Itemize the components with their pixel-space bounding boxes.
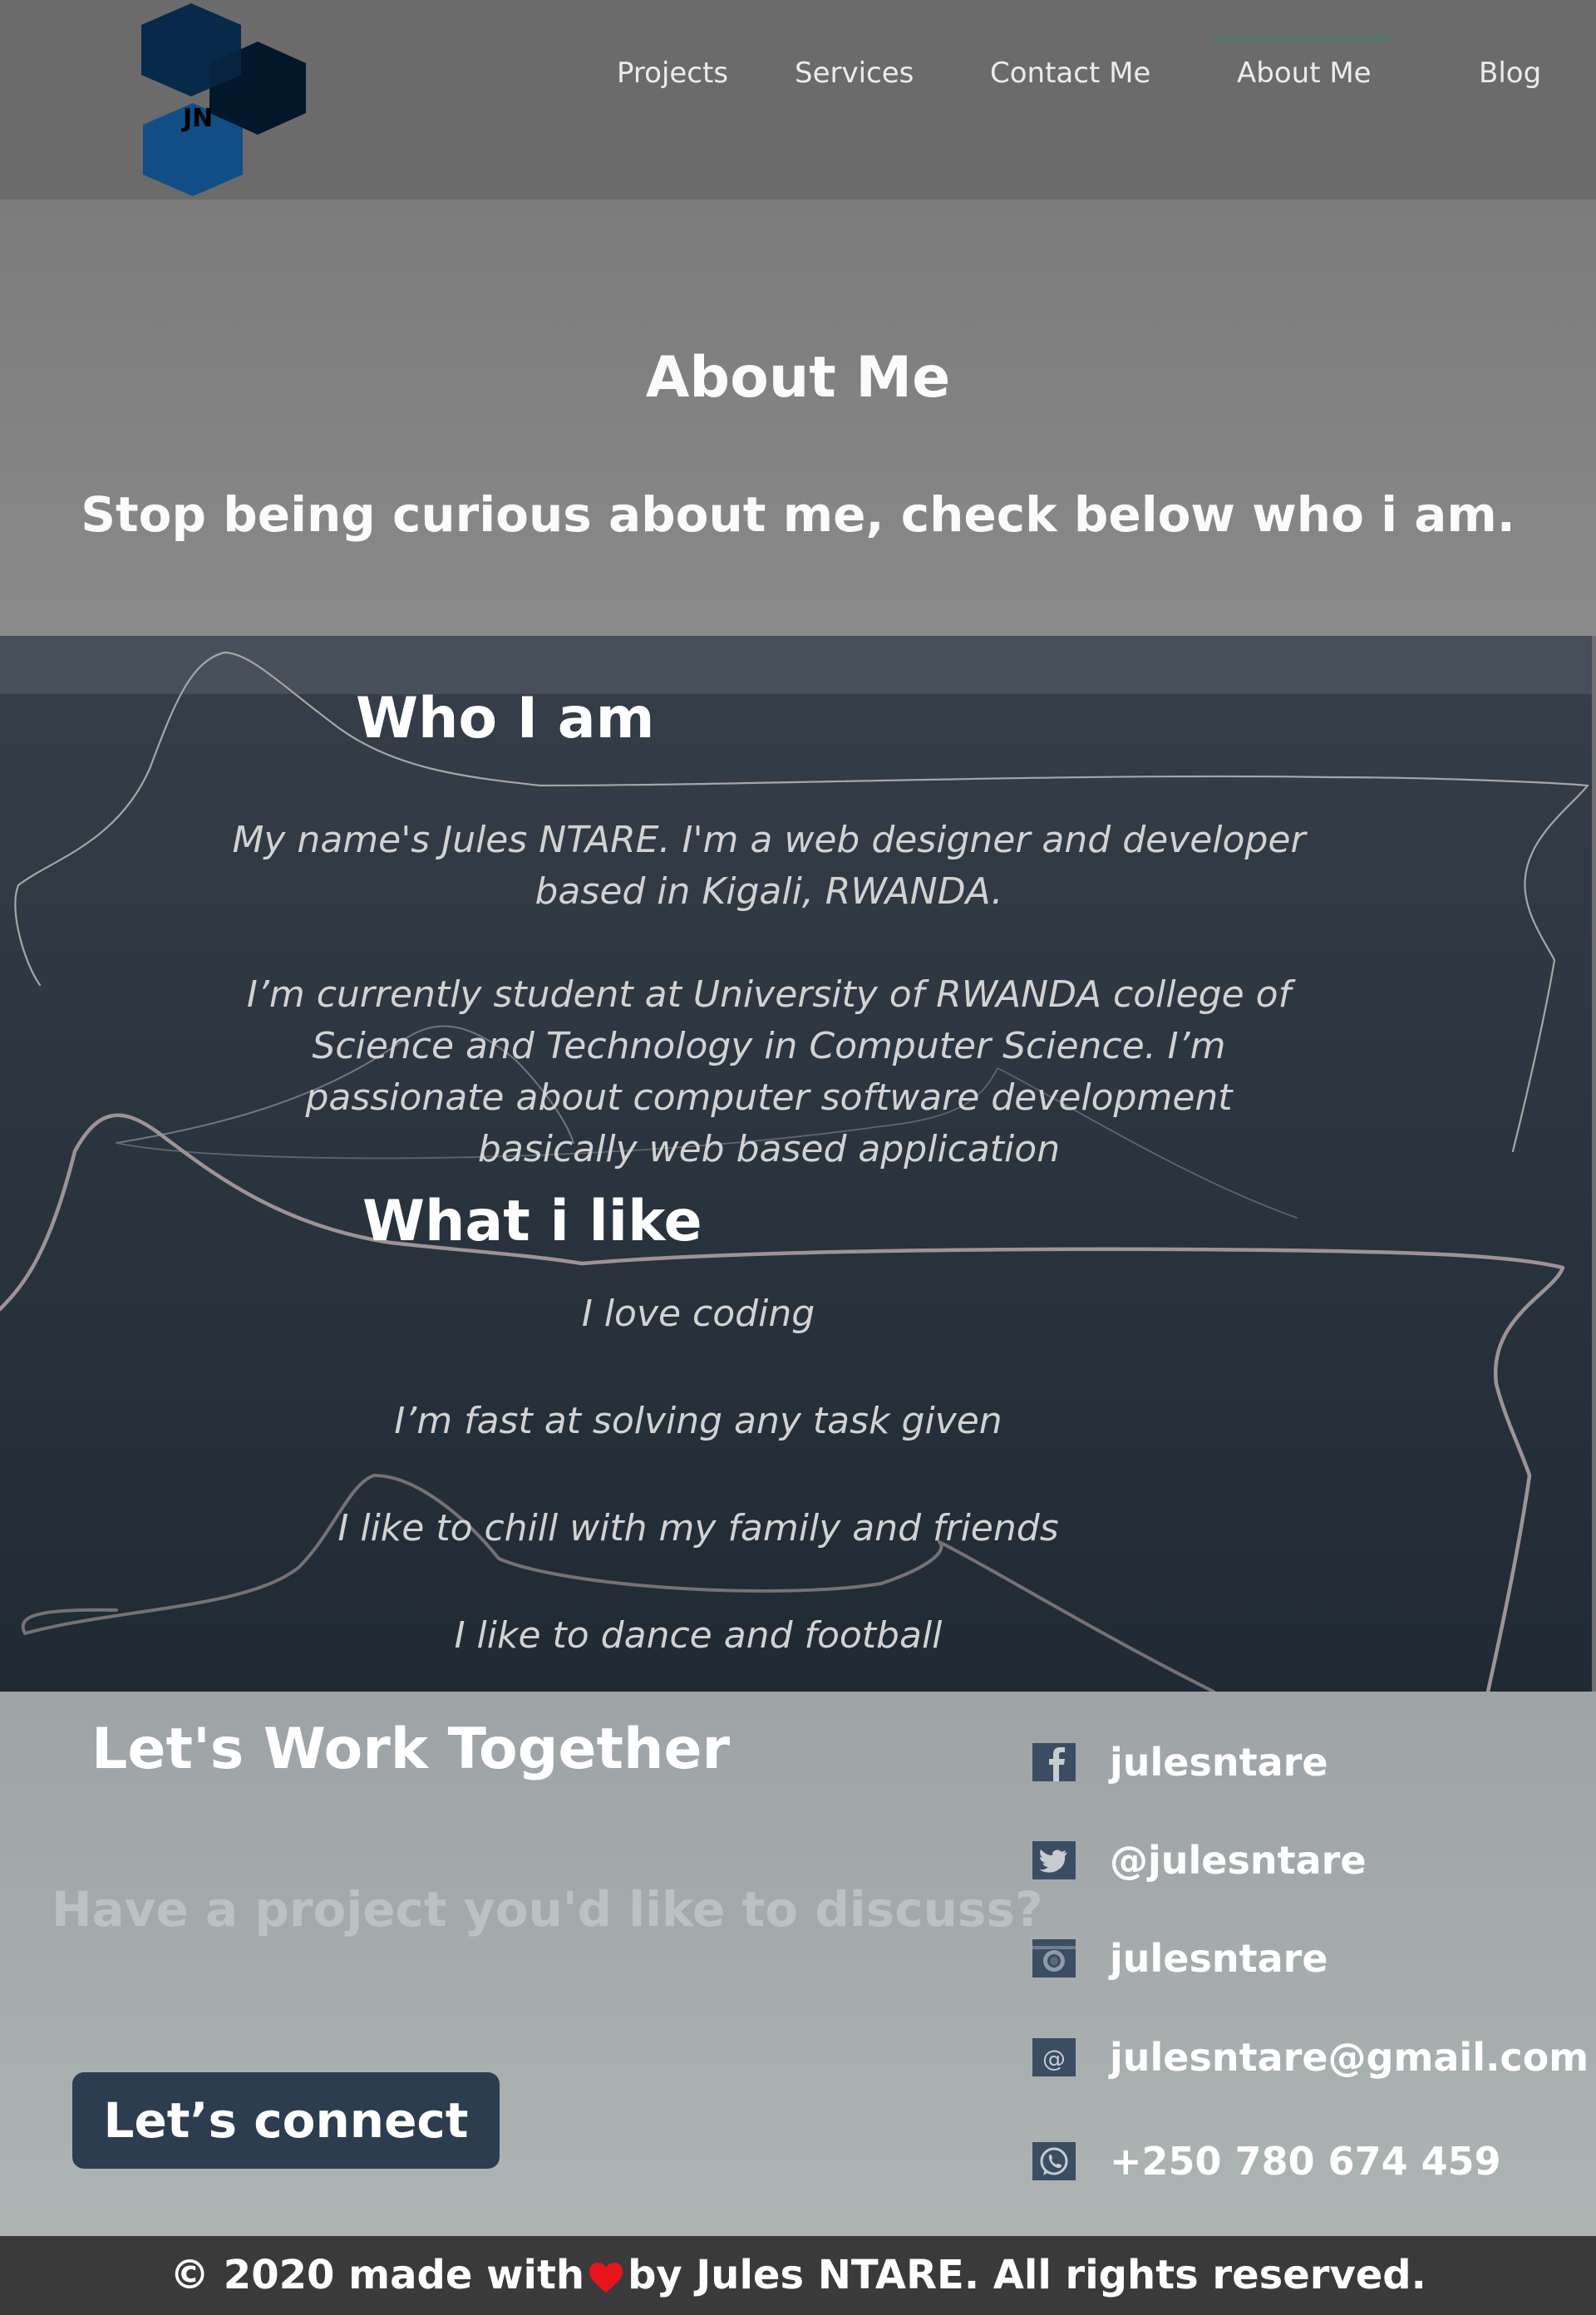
about-section: Who I am My name's Jules NTARE. I'm a we… xyxy=(0,636,1596,1692)
heart-icon xyxy=(589,2263,623,2293)
work-together-heading: Let's Work Together xyxy=(91,1717,731,1782)
social-whatsapp[interactable]: +250 780 674 459 xyxy=(1031,2132,1563,2190)
hero-section: About Me Stop being curious about me, ch… xyxy=(0,199,1596,636)
like-item: I love coding xyxy=(581,1293,815,1335)
like-item: I like to chill with my family and frien… xyxy=(337,1507,1059,1549)
main-nav: Projects Services Contact Me About Me Bl… xyxy=(0,0,1596,199)
social-twitter[interactable]: @julesntare xyxy=(1031,1831,1563,1889)
facebook-icon xyxy=(1032,1743,1076,1781)
what-i-like-heading: What i like xyxy=(362,1189,702,1254)
twitter-icon xyxy=(1032,1841,1076,1879)
who-i-am-heading: Who I am xyxy=(356,686,655,751)
instagram-icon xyxy=(1032,1939,1076,1978)
social-instagram[interactable]: julesntare xyxy=(1031,1929,1563,1987)
page-title: About Me xyxy=(645,345,951,411)
svg-text:@: @ xyxy=(1042,2045,1066,2072)
contact-section: Let's Work Together Have a project you'd… xyxy=(0,1692,1596,2236)
project-question: Have a project you'd like to discuss? xyxy=(52,1881,1043,1938)
active-nav-indicator xyxy=(1214,37,1390,41)
whatsapp-icon xyxy=(1032,2142,1076,2180)
phone-number: +250 780 674 459 xyxy=(1110,2139,1501,2184)
nav-item-about-me[interactable]: About Me xyxy=(1237,57,1372,90)
about-paragraph-intro: My name's Jules NTARE. I'm a web designe… xyxy=(232,819,1306,913)
nav-item-contact-me[interactable]: Contact Me xyxy=(990,57,1150,90)
social-facebook[interactable]: julesntare xyxy=(1031,1733,1563,1791)
facebook-handle: julesntare xyxy=(1110,1740,1328,1785)
copyright-text-end: by Jules NTARE. All rights reserved. xyxy=(628,2252,1426,2298)
site-footer: © 2020 made with by Jules NTARE. All righ… xyxy=(0,2236,1596,2315)
instagram-handle: julesntare xyxy=(1110,1936,1328,1981)
top-navbar: JN Projects Services Contact Me About Me… xyxy=(0,0,1596,199)
nav-item-blog[interactable]: Blog xyxy=(1479,57,1541,90)
page-subtitle: Stop being curious about me, check below… xyxy=(81,486,1515,543)
about-paragraph-study: I’m currently student at University of R… xyxy=(246,973,1292,1170)
nav-item-services[interactable]: Services xyxy=(795,57,914,90)
email-icon: @ xyxy=(1032,2038,1076,2076)
copyright-line: © 2020 made with by Jules NTARE. All righ… xyxy=(0,2236,1596,2315)
copyright-text-start: © 2020 made with xyxy=(170,2252,585,2298)
social-email[interactable]: @ julesntare@gmail.com xyxy=(1031,2028,1589,2086)
like-item: I’m fast at solving any task given xyxy=(394,1400,1002,1442)
like-item: I like to dance and football xyxy=(454,1614,943,1657)
lets-connect-button[interactable]: Let’s connect xyxy=(72,2072,500,2169)
twitter-handle: @julesntare xyxy=(1110,1838,1367,1883)
nav-item-projects[interactable]: Projects xyxy=(617,57,728,90)
email-address: julesntare@gmail.com xyxy=(1110,2035,1589,2080)
